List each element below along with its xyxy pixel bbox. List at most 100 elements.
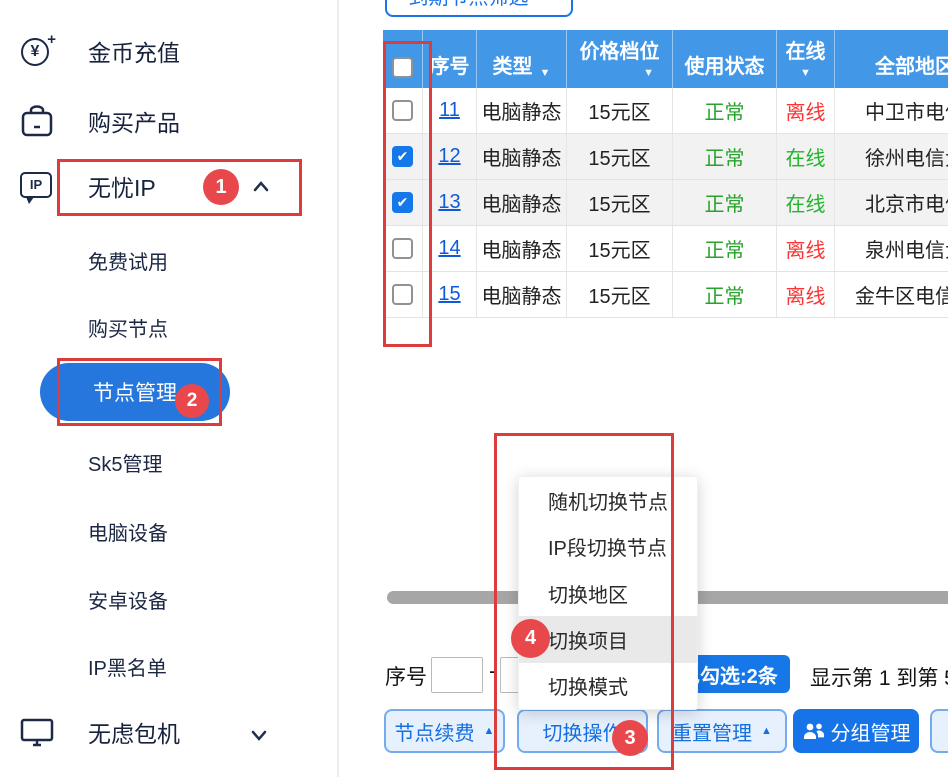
cell-price: 15元区	[567, 88, 673, 133]
caret-up-icon: ▲	[761, 725, 772, 737]
header-usage-status[interactable]: 使用状态	[673, 30, 777, 88]
seq-range-from-input[interactable]	[431, 657, 483, 693]
sidebar-item-label: 金币充值	[88, 34, 180, 68]
sidebar-divider	[337, 0, 339, 777]
row-checkbox[interactable]	[392, 238, 413, 259]
sidebar-item-buy-product[interactable]: 购买产品	[0, 101, 336, 141]
cell-price: 15元区	[567, 272, 673, 317]
cell-usage-status: 正常	[673, 272, 777, 317]
cell-usage-status: 正常	[673, 226, 777, 271]
header-online[interactable]: 在线 ▼	[777, 30, 835, 88]
coin-icon: ¥+	[18, 31, 58, 71]
sidebar-item-label: 无忧IP	[88, 169, 156, 203]
annotation-step-4-badge: 4	[511, 619, 550, 658]
sidebar-item-sk5-management[interactable]: Sk5管理	[0, 442, 336, 482]
cell-online-status: 离线	[777, 272, 835, 317]
cell-type: 电脑静态	[477, 180, 567, 225]
sidebar-item-gold-recharge[interactable]: ¥+ 金币充值	[0, 31, 336, 71]
sort-caret-icon: ▼	[643, 67, 654, 79]
sidebar-item-label: IP黑名单	[88, 652, 167, 681]
sort-caret-icon: ▼	[800, 67, 811, 79]
sidebar-item-ip-blacklist[interactable]: IP黑名单	[0, 646, 336, 686]
table-row: 11 电脑静态 15元区 正常 离线 中卫市电信	[383, 88, 948, 134]
caret-down-icon: ▼	[539, 0, 550, 2]
cell-region: 泉州电信大	[835, 226, 948, 271]
cell-price: 15元区	[567, 180, 673, 225]
cell-type: 电脑静态	[477, 272, 567, 317]
sidebar-item-label: 节点管理	[93, 377, 177, 407]
switch-operations-menu: 随机切换节点 IP段切换节点 切换地区 切换项目 切换模式	[518, 476, 698, 710]
node-renew-button[interactable]: 节点续费 ▲	[384, 709, 505, 753]
row-checkbox[interactable]	[392, 284, 413, 305]
select-all-checkbox[interactable]	[392, 57, 413, 78]
header-seq[interactable]: 序号	[423, 30, 477, 88]
seq-link[interactable]: 13	[438, 191, 460, 214]
expire-node-filter-button[interactable]: 到期节点筛选 ▼	[385, 0, 573, 17]
chevron-down-icon[interactable]	[250, 726, 268, 744]
reset-management-button[interactable]: 重置管理 ▲	[657, 709, 787, 753]
node-management-page: ¥+ 金币充值 购买产品 IP 无忧IP 免费试用 购买节点 节点管理	[0, 0, 948, 777]
sidebar-item-label: 安卓设备	[88, 585, 168, 614]
cell-online-status: 离线	[777, 226, 835, 271]
table-row: 14 电脑静态 15元区 正常 离线 泉州电信大	[383, 226, 948, 272]
ip-icon: IP	[18, 166, 58, 206]
menu-item-random-switch-node[interactable]: 随机切换节点	[519, 477, 697, 523]
seq-link[interactable]: 14	[438, 237, 460, 260]
cell-type: 电脑静态	[477, 134, 567, 179]
cell-type: 电脑静态	[477, 226, 567, 271]
seq-link[interactable]: 12	[438, 145, 460, 168]
table-header-row: 序号 类型▼ 价格档位 ▼ 使用状态 在线 ▼ 全部地区	[383, 30, 948, 88]
pagination-showing-text: 显示第 1 到第 5	[810, 662, 948, 692]
sort-caret-icon: ▼	[540, 67, 551, 79]
row-checkbox[interactable]	[392, 192, 413, 213]
header-price-tier[interactable]: 价格档位 ▼	[567, 30, 673, 88]
sidebar-item-free-trial[interactable]: 免费试用	[0, 240, 336, 280]
cell-online-status: 离线	[777, 88, 835, 133]
sidebar-item-android-devices[interactable]: 安卓设备	[0, 579, 336, 619]
header-region[interactable]: 全部地区	[835, 30, 948, 88]
menu-item-switch-mode[interactable]: 切换模式	[519, 663, 697, 709]
cell-online-status: 在线	[777, 134, 835, 179]
sidebar-item-label: 购买产品	[88, 104, 180, 138]
cut-off-button[interactable]: 节	[930, 709, 948, 753]
table-row: 13 电脑静态 15元区 正常 在线 北京市电信	[383, 180, 948, 226]
cell-region: 北京市电信	[835, 180, 948, 225]
caret-up-icon: ▲	[484, 725, 495, 737]
sidebar-item-buy-node[interactable]: 购买节点	[0, 307, 336, 347]
node-table: 序号 类型▼ 价格档位 ▼ 使用状态 在线 ▼ 全部地区 11	[383, 30, 948, 318]
cell-usage-status: 正常	[673, 88, 777, 133]
cell-type: 电脑静态	[477, 88, 567, 133]
group-management-button[interactable]: 分组管理	[793, 709, 919, 753]
annotation-step-3-badge: 3	[612, 720, 648, 756]
users-group-icon	[802, 721, 826, 741]
seq-range-label: 序号	[385, 661, 427, 691]
table-row: 12 电脑静态 15元区 正常 在线 徐州电信大	[383, 134, 948, 180]
seq-link[interactable]: 11	[439, 99, 460, 122]
table-row: 15 电脑静态 15元区 正常 离线 金牛区电信大	[383, 272, 948, 318]
cell-online-status: 在线	[777, 180, 835, 225]
seq-link[interactable]: 15	[438, 283, 460, 306]
sidebar-item-worryfree-ip[interactable]: IP 无忧IP	[0, 166, 336, 206]
cell-region: 金牛区电信大	[835, 272, 948, 317]
cell-region: 中卫市电信	[835, 88, 948, 133]
cell-usage-status: 正常	[673, 180, 777, 225]
annotation-step-1-badge: 1	[203, 169, 239, 205]
chevron-up-icon[interactable]	[252, 178, 270, 196]
bag-icon	[18, 101, 58, 141]
menu-item-ip-segment-switch-node[interactable]: IP段切换节点	[519, 523, 697, 569]
annotation-step-2-badge: 2	[175, 384, 209, 418]
sidebar-item-label: 无虑包机	[88, 715, 180, 749]
sidebar-item-pc-devices[interactable]: 电脑设备	[0, 511, 336, 551]
cell-usage-status: 正常	[673, 134, 777, 179]
menu-item-switch-region[interactable]: 切换地区	[519, 570, 697, 616]
sidebar-item-label: Sk5管理	[88, 448, 162, 477]
range-separator: -	[489, 658, 496, 684]
row-checkbox[interactable]	[392, 100, 413, 121]
header-type[interactable]: 类型▼	[477, 30, 567, 88]
row-checkbox[interactable]	[392, 146, 413, 167]
sidebar-item-label: 电脑设备	[88, 517, 168, 546]
sidebar-item-label: 免费试用	[88, 246, 168, 275]
monitor-icon	[18, 712, 58, 752]
sidebar-item-label: 购买节点	[88, 313, 168, 342]
sidebar-item-worryfree-hosting[interactable]: 无虑包机	[0, 712, 336, 752]
